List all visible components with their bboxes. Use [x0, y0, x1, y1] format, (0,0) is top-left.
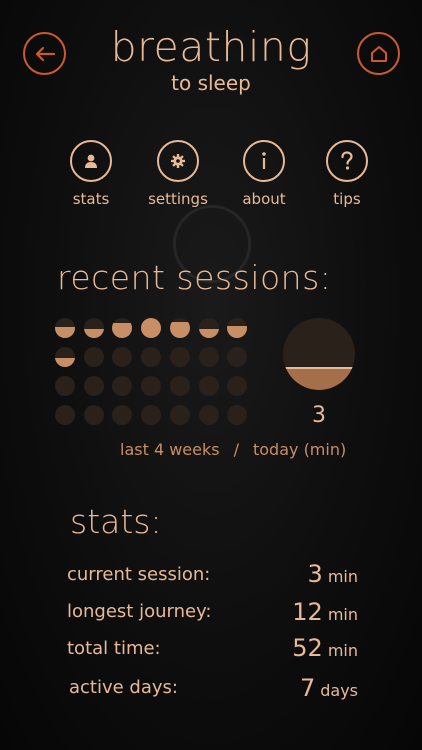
session-day-dot [55, 318, 75, 338]
stat-unit: min [327, 567, 358, 586]
caption-last-weeks: last 4 weeks [120, 440, 220, 459]
nav-stats-button[interactable]: stats [51, 140, 131, 209]
app-subtitle: to sleep [171, 71, 251, 95]
stats-title: stats: [70, 502, 162, 541]
stat-value-total-time: 52 min [292, 633, 358, 663]
session-day-dot [112, 347, 133, 367]
session-day-dot [198, 318, 219, 338]
session-day-fill [55, 327, 75, 338]
nav-settings-button[interactable]: settings [138, 140, 218, 209]
session-day-dot [83, 405, 104, 425]
session-day-dot [55, 376, 75, 396]
session-day-dot [141, 318, 162, 338]
nav-about-label: about [242, 190, 286, 208]
user-icon [85, 154, 97, 168]
today-progress-fill [283, 368, 355, 390]
session-day-fill [112, 323, 133, 338]
today-progress-circle [283, 318, 355, 390]
stat-value-active-days: 7 days [300, 673, 358, 703]
session-day-dot [55, 347, 75, 367]
session-day-dot [83, 347, 104, 367]
session-day-dot [198, 347, 219, 367]
session-day-fill [141, 318, 162, 338]
session-day-fill [83, 329, 104, 338]
session-day-dot [227, 405, 248, 425]
info-icon [262, 152, 266, 169]
session-day-dot [198, 376, 219, 396]
session-day-dot [141, 405, 162, 425]
nav-about-button[interactable]: about [224, 140, 304, 209]
stat-label-longest-journey: longest journey: [67, 601, 212, 622]
session-day-dot [141, 376, 162, 396]
nav-stats-label: stats [72, 190, 110, 208]
today-value: 3 [312, 403, 326, 428]
stat-unit: min [327, 605, 358, 624]
session-day-dot [83, 318, 104, 338]
stat-unit: min [327, 641, 358, 660]
session-day-dot [169, 318, 190, 338]
stat-unit: days [320, 681, 358, 700]
session-day-dot [227, 347, 248, 367]
session-day-dot [227, 318, 248, 338]
stat-label-active-days: active days: [69, 677, 178, 698]
stat-number: 52 [292, 634, 323, 662]
stat-label-current-session: current session: [67, 564, 211, 585]
recent-sessions-title: recent sessions: [57, 258, 332, 297]
stat-number: 3 [307, 560, 323, 588]
stat-label-total-time: total time: [67, 638, 161, 659]
session-day-fill [169, 322, 190, 338]
stat-number: 12 [292, 598, 323, 626]
session-day-dot [55, 405, 75, 425]
session-day-dot [112, 318, 133, 338]
session-day-fill [198, 329, 219, 338]
session-day-dot [112, 405, 133, 425]
session-day-fill [227, 326, 248, 338]
session-day-dot [169, 405, 190, 425]
caption-separator: / [233, 440, 239, 459]
session-day-dot [169, 347, 190, 367]
app-screen: breathing to sleep stats settings about … [0, 0, 422, 750]
stat-number: 7 [299, 674, 316, 702]
gear-icon [171, 154, 185, 168]
stat-value-longest-journey: 12 min [292, 597, 358, 627]
caption-today: today (min) [252, 440, 347, 459]
session-day-dot [227, 376, 248, 396]
session-day-dot [83, 376, 104, 396]
question-icon [341, 151, 353, 170]
sessions-dot-grid [55, 318, 255, 428]
session-day-dot [112, 376, 133, 396]
sessions-caption: last 4 weeks / today (min) [120, 439, 346, 461]
session-day-dot [169, 376, 190, 396]
session-day-dot [198, 405, 219, 425]
session-day-dot [141, 347, 162, 367]
stat-value-current-session: 3 min [308, 559, 358, 589]
today-progress-line [283, 367, 355, 370]
nav-tips-button[interactable]: tips [307, 140, 387, 209]
session-day-fill [55, 358, 75, 367]
app-title: breathing [110, 23, 312, 71]
nav-tips-label: tips [333, 190, 361, 208]
